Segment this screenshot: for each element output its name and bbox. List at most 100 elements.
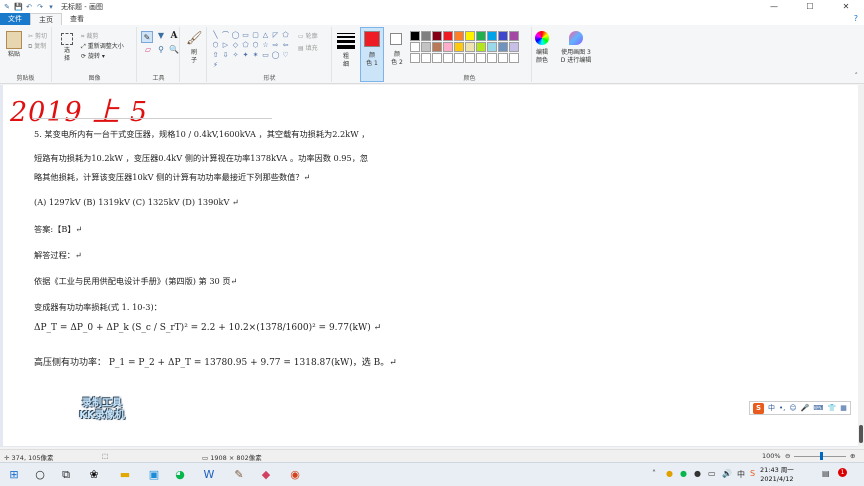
zoom-slider-thumb[interactable] — [820, 452, 823, 460]
punctuation-icon[interactable]: •, — [779, 404, 785, 412]
shape-icon[interactable]: ✦ — [241, 51, 250, 60]
shape-icon[interactable]: ⚡ — [211, 61, 220, 70]
undo-icon[interactable]: ↶ — [25, 3, 33, 11]
collapse-ribbon-chevron-icon[interactable]: ˄ — [855, 72, 859, 80]
shape-icon[interactable]: ▭ — [261, 51, 270, 60]
pencil-icon[interactable]: ✎ — [141, 31, 153, 43]
edit-colors-button[interactable]: 编辑 颜色 — [530, 49, 554, 65]
ime-indicator[interactable]: 中 — [737, 469, 745, 480]
line-size-icon[interactable] — [337, 33, 355, 49]
eraser-icon[interactable]: ▱ — [142, 45, 154, 57]
shape-icon[interactable]: ⬡ — [251, 41, 260, 50]
fill-icon[interactable]: ▼ — [155, 31, 167, 43]
shape-icon[interactable]: ☆ — [261, 41, 270, 50]
palette-swatch[interactable] — [432, 53, 442, 63]
task-view-icon[interactable]: ⧉ — [58, 467, 74, 483]
paste-icon[interactable] — [6, 31, 22, 49]
size-button[interactable]: 粗 细 — [336, 53, 356, 69]
help-icon[interactable]: ? — [854, 13, 864, 25]
brushes-button[interactable]: 刷 子 — [184, 49, 204, 65]
shape-icon[interactable]: ⬠ — [281, 31, 290, 40]
palette-swatch[interactable] — [443, 53, 453, 63]
vertical-scrollbar[interactable] — [858, 85, 864, 447]
palette-swatch[interactable] — [410, 31, 420, 41]
shape-icon[interactable]: ⬠ — [241, 41, 250, 50]
cut-button[interactable]: ✂ 剪切 — [28, 31, 47, 40]
shape-icon[interactable]: ◇ — [231, 41, 240, 50]
color-palette[interactable] — [410, 31, 519, 63]
redo-icon[interactable]: ↷ — [36, 3, 44, 11]
color-wheel-icon[interactable] — [535, 31, 549, 45]
clock[interactable]: 21:43 周一 2021/4/12 — [760, 466, 794, 484]
color2-group[interactable]: 颜 色 2 — [386, 27, 408, 82]
shape-icon[interactable]: ⬡ — [211, 41, 220, 50]
paste-button[interactable]: 粘贴 — [4, 51, 24, 59]
keyboard-icon[interactable]: ⌨ — [813, 404, 823, 412]
palette-swatch[interactable] — [487, 42, 497, 52]
palette-swatch[interactable] — [498, 31, 508, 41]
tab-view[interactable]: 查看 — [62, 13, 92, 25]
shape-icon[interactable]: ✶ — [251, 51, 260, 60]
palette-swatch[interactable] — [421, 42, 431, 52]
shape-icon[interactable]: ✧ — [231, 51, 240, 60]
palette-swatch[interactable] — [487, 53, 497, 63]
notifications-icon[interactable]: ▤ — [822, 469, 830, 478]
select-button[interactable]: 选 择 — [57, 47, 77, 63]
palette-swatch[interactable] — [498, 42, 508, 52]
palette-swatch[interactable] — [487, 31, 497, 41]
search-icon[interactable]: ○ — [32, 467, 48, 483]
tray-sogou-icon[interactable]: S — [750, 469, 755, 478]
palette-swatch[interactable] — [454, 53, 464, 63]
close-button[interactable]: ✕ — [828, 0, 864, 13]
paint-taskbar-icon[interactable]: ✎ — [231, 467, 247, 483]
color-picker-icon[interactable]: ⚲ — [155, 45, 167, 57]
ime-toolbar[interactable]: S 中 •, ☺ 🎤 ⌨ 👕 ▦ — [749, 401, 851, 415]
zoom-out-button[interactable]: ⊖ — [785, 452, 790, 460]
palette-swatch[interactable] — [432, 42, 442, 52]
shape-icon[interactable]: ⇦ — [281, 41, 290, 50]
palette-swatch[interactable] — [443, 31, 453, 41]
palette-swatch[interactable] — [465, 42, 475, 52]
palette-swatch[interactable] — [421, 31, 431, 41]
customize-chevron-down-icon[interactable]: ▾ — [47, 3, 55, 11]
palette-swatch[interactable] — [498, 53, 508, 63]
brush-icon[interactable]: 🖌 — [186, 31, 203, 47]
toolbox-icon[interactable]: ▦ — [840, 404, 847, 412]
shape-icon[interactable]: ▢ — [251, 31, 260, 40]
shape-icon[interactable]: ◸ — [271, 31, 280, 40]
palette-swatch[interactable] — [476, 53, 486, 63]
shapes-gallery[interactable]: ╲ ⌒ ◯ ▭ ▢ △ ◸ ⬠ ⬡ ▷ ◇ ⬠ ⬡ ☆ ⇨ ⇦ ⇧ ⇩ ✧ ✦ ✶ ▭ ◯ ♡ ⚡ — [211, 31, 290, 70]
shape-icon[interactable]: ◯ — [271, 51, 280, 60]
shape-icon[interactable]: ╲ — [211, 31, 220, 40]
paint3d-button[interactable]: 使用画图 3 D 进行编辑 — [556, 49, 596, 65]
show-hidden-icons-icon[interactable]: ˄ — [652, 469, 656, 478]
copy-button[interactable]: ⧉ 复制 — [28, 41, 46, 51]
palette-swatch[interactable] — [465, 53, 475, 63]
crop-button[interactable]: ⌗ 裁剪 — [81, 31, 98, 41]
tray-wechat-icon[interactable]: ● — [680, 469, 687, 478]
shape-icon[interactable]: ⇨ — [271, 41, 280, 50]
save-icon[interactable]: 💾 — [14, 3, 23, 11]
tray-app-icon-1[interactable]: ● — [666, 469, 673, 478]
palette-swatch[interactable] — [410, 53, 420, 63]
paint3d-icon[interactable] — [569, 31, 583, 45]
recorder-app-icon[interactable]: ◉ — [287, 467, 303, 483]
shape-icon[interactable]: ▭ — [241, 31, 250, 40]
palette-swatch[interactable] — [454, 31, 464, 41]
palette-swatch[interactable] — [476, 42, 486, 52]
app-icon-1[interactable]: ❀ — [86, 467, 102, 483]
text-icon[interactable]: A — [168, 31, 180, 43]
emoji-icon[interactable]: ☺ — [789, 404, 796, 412]
file-explorer-icon[interactable]: ▬ — [117, 467, 133, 483]
tab-home[interactable]: 主页 — [30, 13, 62, 25]
palette-swatch[interactable] — [443, 42, 453, 52]
palette-swatch[interactable] — [465, 31, 475, 41]
palette-swatch[interactable] — [421, 53, 431, 63]
resize-button[interactable]: ⤢ 重新调整大小 — [81, 41, 124, 51]
shape-icon[interactable]: ▷ — [221, 41, 230, 50]
zoom-in-button[interactable]: ⊕ — [850, 452, 855, 460]
start-windows-icon[interactable]: ⊞ — [6, 467, 22, 483]
shape-icon[interactable]: ⌒ — [221, 31, 230, 40]
tray-app-icon-2[interactable]: ● — [694, 469, 701, 478]
shape-icon[interactable]: ⇧ — [211, 51, 220, 60]
